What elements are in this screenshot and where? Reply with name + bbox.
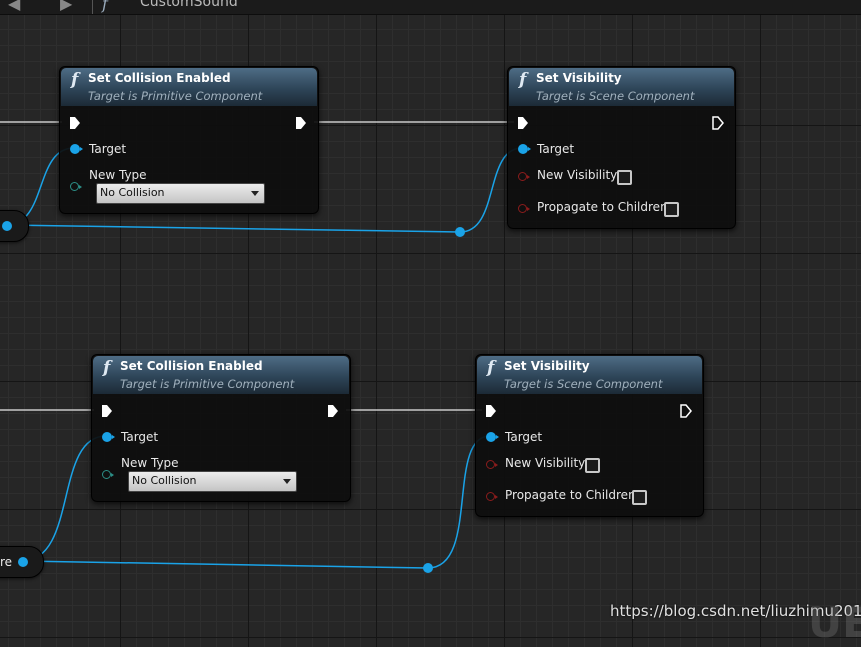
object-wire[interactable] <box>21 560 429 569</box>
node-header[interactable]: f Set Collision Enabled Target is Primit… <box>93 356 349 394</box>
chevron-down-icon <box>251 191 259 196</box>
dropdown-value: No Collision <box>132 474 197 487</box>
node-header[interactable]: f Set Visibility Target is Scene Compone… <box>477 356 702 394</box>
collision-type-dropdown[interactable]: No Collision <box>128 471 297 492</box>
node-title: Set Visibility <box>504 359 590 373</box>
object-pin-icon[interactable] <box>102 432 115 442</box>
object-pin-icon[interactable] <box>18 557 28 567</box>
engine-logo-watermark: UE <box>808 598 861 647</box>
variable-get-node[interactable]: re <box>0 546 44 578</box>
pin-label-new-visibility: New Visibility <box>537 168 618 182</box>
propagate-checkbox[interactable] <box>664 202 679 217</box>
bool-pin-icon[interactable] <box>518 172 530 181</box>
object-pin-icon[interactable] <box>486 432 499 442</box>
bool-pin-icon[interactable] <box>486 460 498 469</box>
node-title: Set Collision Enabled <box>88 71 231 85</box>
pin-label-propagate: Propagate to Children <box>505 488 636 502</box>
dropdown-value: No Collision <box>100 186 165 199</box>
pin-label-new-visibility: New Visibility <box>505 456 586 470</box>
set-visibility-node[interactable]: f Set Visibility Target is Scene Compone… <box>475 354 704 517</box>
function-icon: f <box>487 358 495 378</box>
pin-label-target: Target <box>121 430 159 444</box>
exec-pin-icon[interactable] <box>486 405 496 417</box>
node-title: Set Collision Enabled <box>120 359 263 373</box>
set-visibility-node[interactable]: f Set Visibility Target is Scene Compone… <box>507 66 736 229</box>
pin-label-new-type: New Type <box>121 456 179 470</box>
object-pin-icon[interactable] <box>70 144 83 154</box>
set-collision-enabled-node[interactable]: f Set Collision Enabled Target is Primit… <box>59 66 319 214</box>
exec-pin-icon[interactable] <box>102 405 112 417</box>
node-subtitle: Target is Scene Component <box>536 89 695 103</box>
node-header[interactable]: f Set Collision Enabled Target is Primit… <box>61 68 317 106</box>
node-subtitle: Target is Primitive Component <box>120 377 295 391</box>
wire-reroute-knot[interactable] <box>455 227 465 237</box>
bool-pin-icon[interactable] <box>486 492 498 501</box>
node-title: Set Visibility <box>536 71 622 85</box>
exec-pin-icon[interactable] <box>712 116 724 130</box>
node-subtitle: Target is Primitive Component <box>88 89 263 103</box>
wire-reroute-knot[interactable] <box>423 563 433 573</box>
function-icon: f <box>519 70 527 90</box>
object-pin-icon[interactable] <box>518 144 531 154</box>
set-collision-enabled-node[interactable]: f Set Collision Enabled Target is Primit… <box>91 354 351 502</box>
exec-pin-icon[interactable] <box>518 117 528 129</box>
object-pin-icon[interactable] <box>2 221 12 231</box>
pin-label-propagate: Propagate to Children <box>537 200 668 214</box>
propagate-checkbox[interactable] <box>632 490 647 505</box>
object-wire[interactable] <box>5 224 461 233</box>
pin-label-target: Target <box>537 142 575 156</box>
chevron-down-icon <box>283 479 291 484</box>
node-header[interactable]: f Set Visibility Target is Scene Compone… <box>509 68 734 106</box>
collision-type-dropdown[interactable]: No Collision <box>96 183 265 204</box>
new-visibility-checkbox[interactable] <box>617 170 632 185</box>
function-icon: f <box>103 358 111 378</box>
variable-node-label: re <box>0 555 13 569</box>
exec-pin-icon[interactable] <box>328 405 338 417</box>
node-subtitle: Target is Scene Component <box>504 377 663 391</box>
variable-get-node[interactable] <box>0 210 29 242</box>
enum-pin-icon[interactable] <box>102 470 114 479</box>
exec-pin-icon[interactable] <box>296 117 306 129</box>
pin-label-new-type: New Type <box>89 168 147 182</box>
exec-pin-icon[interactable] <box>70 117 80 129</box>
exec-pin-icon[interactable] <box>680 404 692 418</box>
new-visibility-checkbox[interactable] <box>585 458 600 473</box>
bool-pin-icon[interactable] <box>518 204 530 213</box>
pin-label-target: Target <box>505 430 543 444</box>
pin-label-target: Target <box>89 142 127 156</box>
enum-pin-icon[interactable] <box>70 182 82 191</box>
function-icon: f <box>71 70 79 90</box>
